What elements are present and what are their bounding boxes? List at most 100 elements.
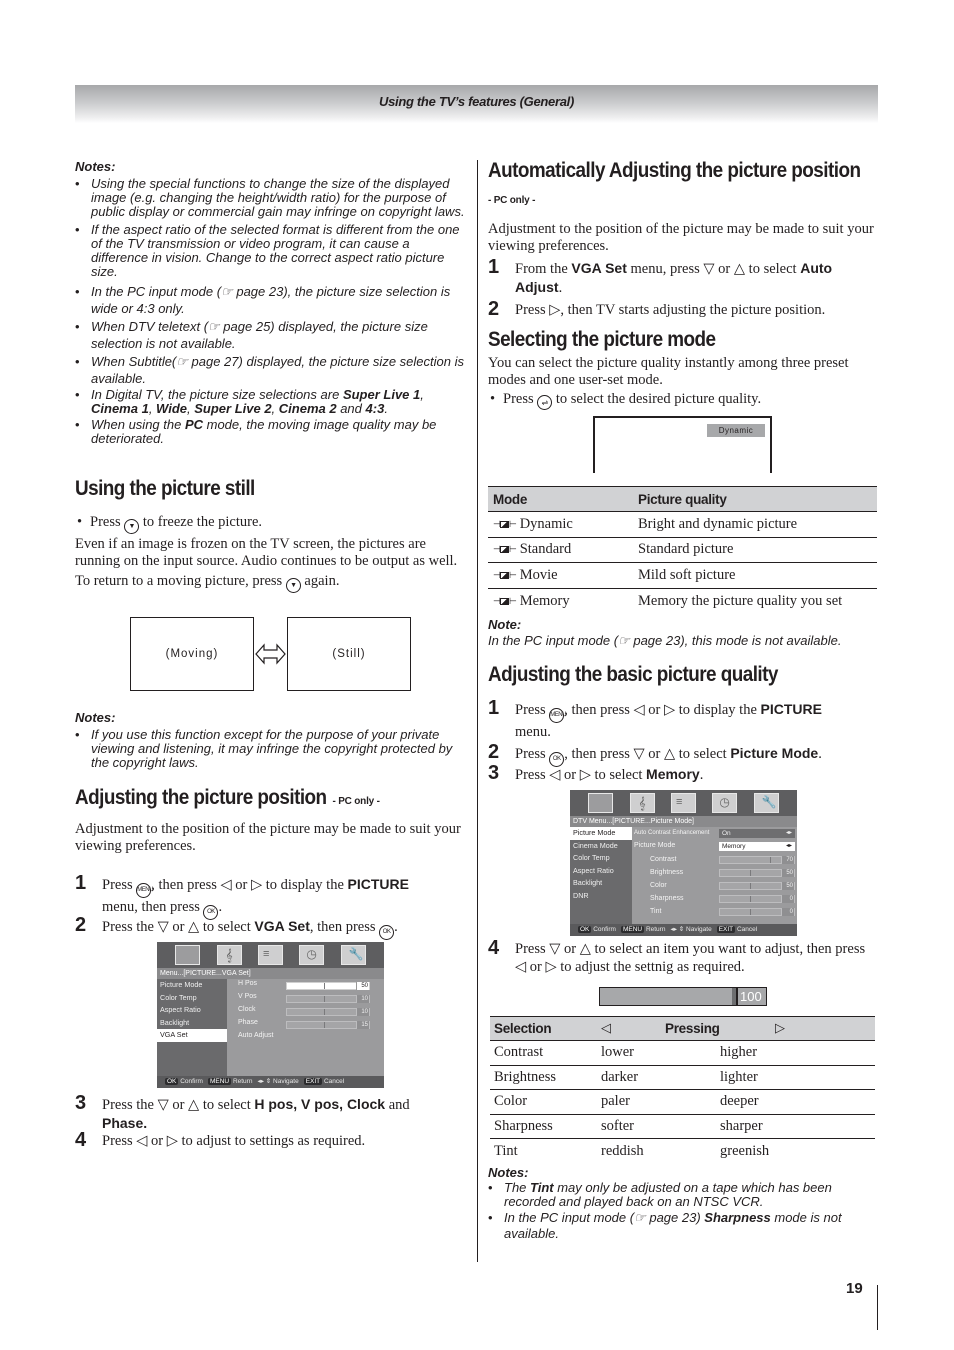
basic-step-2: 2 Press OK, then press ▽ or △ to select … (488, 741, 880, 767)
osd-key: OK Confirm (165, 1076, 203, 1088)
key-label: Navigate (273, 1078, 299, 1085)
mode-cell: ⊣ ⊢ Dynamic (488, 511, 634, 538)
bold-text: VGA Set (254, 918, 310, 934)
osd-settings-panel: Auto Contrast Enhancement On ◂▸ Picture M… (632, 827, 797, 924)
osd-menu-item[interactable]: Backlight (570, 877, 632, 890)
freeze-button-icon (124, 519, 140, 534)
picture-mode-select[interactable]: Memory ◂▸ (719, 842, 795, 851)
osd-menu-item[interactable]: DNR (570, 890, 632, 903)
osd-menu-item[interactable]: Color Temp (570, 852, 632, 865)
text: . (699, 767, 704, 783)
text: menu. (515, 724, 551, 740)
table-row: Tint reddish greenish (490, 1139, 875, 1164)
tools-tab-icon: 🔧 (753, 793, 779, 813)
osd-key: ◂▸ ⇕ Navigate (257, 1076, 298, 1088)
moving-label: (Moving) (165, 648, 219, 660)
note-text: , (420, 387, 424, 402)
position-step-2: 2 Press the ▽ or △ to select VGA Set, th… (75, 914, 470, 940)
position-intro: Adjustment to the position of the pictur… (75, 821, 461, 854)
exit-key: EXIT (303, 1078, 323, 1085)
text: To return to a moving picture, press (75, 573, 283, 589)
step-number: 1 (75, 872, 87, 894)
text: again. (304, 573, 340, 589)
osd-icon-bar: 𝄞 ≡ ◷ 🔧 (570, 790, 797, 816)
step-text: Press ◁ or ▷ to select Memory. (515, 765, 703, 784)
column-header: Selection (490, 1016, 601, 1041)
text: . (394, 919, 398, 935)
osd-row-label: Tint (650, 908, 662, 915)
text: Press (503, 391, 534, 407)
osd-menu-item[interactable]: Aspect Ratio (570, 865, 632, 878)
osd-row-label: Phase (238, 1019, 258, 1026)
step-number: 3 (75, 1092, 87, 1114)
menu-key: MENU (207, 1078, 232, 1085)
increase-cell: sharper (720, 1114, 875, 1139)
increase-text: higher (720, 1044, 758, 1061)
osd-menu-item[interactable]: Backlight (157, 1017, 227, 1030)
step-number: 2 (75, 914, 87, 936)
still-paragraph: Even if an image is frozen on the TV scr… (75, 536, 458, 569)
note-item: In the PC input mode (☞ page 23), the pi… (75, 283, 470, 317)
position-step-3: 3 Press the ▽ or △ to select H pos, V po… (75, 1092, 470, 1133)
osd-menu-item-selected[interactable]: VGA Set (157, 1029, 227, 1042)
osd-key: MENU Return (620, 924, 666, 936)
note-item: If the aspect ratio of the selected form… (75, 223, 470, 279)
auto-adjust-item[interactable]: Auto Adjust (238, 1032, 273, 1039)
notes-basic-quality: Notes: The Tint may only be adjusted on … (488, 1165, 880, 1246)
slider-value: 0 (781, 895, 794, 903)
clock-slider[interactable]: 10 (286, 1008, 370, 1016)
contrast-slider[interactable]: 70 (719, 856, 795, 864)
picture-mode-table: Mode Picture quality ⊣ ⊢ Dynamic Bright an… (488, 486, 877, 614)
selection-cell: Tint (494, 1142, 518, 1159)
notes-list: Using the special functions to change th… (75, 177, 470, 446)
setup-tab-icon: ≡ (670, 793, 696, 813)
osd-breadcrumb: DTV Menu...[PICTURE...Picture Mode] (570, 816, 797, 827)
sharpness-slider[interactable]: 0 (719, 895, 795, 903)
notes-list: If you use this function except for the … (75, 728, 470, 770)
note-text: In the PC input mode (☞ page 23), this m… (488, 633, 842, 648)
step-text: Press OK, then press ▽ or △ to select Pi… (515, 744, 822, 767)
picture-tab-icon (588, 793, 614, 813)
step-text: Press MENU, then press ◁ or ▷ to display… (102, 875, 409, 920)
note-bold: Super Live 1 (342, 387, 421, 402)
slider-value: 0 (781, 908, 794, 916)
pc-only-label: - PC only - (332, 796, 380, 807)
tint-slider[interactable]: 0 (719, 908, 795, 916)
key-label: Confirm (180, 1078, 203, 1085)
picture-mode-screen: Dynamic (593, 416, 772, 473)
increase-text: lighter (720, 1068, 758, 1085)
note-item: The Tint may only be adjusted on a tape … (488, 1181, 880, 1209)
text: and (385, 1097, 410, 1113)
color-slider[interactable]: 50 (719, 882, 795, 890)
osd-menu-item[interactable]: Picture Mode (157, 979, 227, 992)
osd-menu-item[interactable]: Cinema Mode (570, 840, 632, 853)
brightness-slider[interactable]: 50 (719, 869, 795, 877)
sound-tab-icon: 𝄞 (216, 945, 242, 965)
still-bullet: • Press to freeze the picture. (75, 514, 470, 534)
hpos-slider[interactable]: 50 (286, 982, 370, 990)
column-header: Mode (488, 486, 634, 512)
ace-select[interactable]: On ◂▸ (719, 829, 795, 838)
picture-mode-icon: ⊣ ⊢ (493, 570, 517, 581)
selection-cell: Contrast (490, 1040, 601, 1066)
phase-slider[interactable]: 15 (286, 1021, 370, 1029)
osd-row-label: Color (650, 882, 667, 889)
note-text: When using the (91, 417, 185, 432)
bold-text: PICTURE (347, 876, 409, 892)
key-label: Return (645, 926, 666, 933)
slider-value: 50 (356, 982, 369, 990)
text: Press (515, 702, 546, 718)
osd-menu-item[interactable]: Aspect Ratio (157, 1004, 227, 1017)
heading-picture-position: Adjusting the picture position (75, 786, 327, 809)
osd-menu-item-selected[interactable]: Picture Mode (570, 827, 632, 840)
step-text: Press ▽ or △ to select an item you want … (515, 941, 866, 975)
still-screen: (Still) (287, 617, 411, 691)
vpos-slider[interactable]: 10 (286, 995, 370, 1003)
section-header-title: Using the TV’s features (General) (378, 94, 575, 109)
osd-picture-mode-menu: 𝄞 ≡ ◷ 🔧 DTV Menu...[PICTURE...Picture Mo… (570, 790, 797, 936)
selection-cell: Color (490, 1089, 601, 1115)
slider-value: 15 (356, 1021, 369, 1029)
step-text: Press ◁ or ▷ to adjust to settings as re… (102, 1133, 366, 1149)
auto-step-1: 1 From the VGA Set menu, press ▽ or △ to… (488, 256, 880, 297)
osd-menu-item[interactable]: Color Temp (157, 992, 227, 1005)
